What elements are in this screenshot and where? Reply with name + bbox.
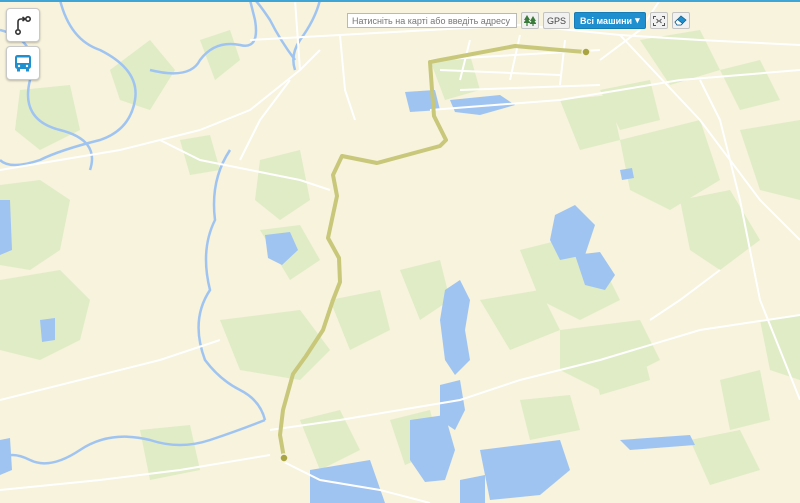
eraser-icon: [674, 15, 687, 26]
trees-button[interactable]: [521, 12, 539, 29]
gps-button[interactable]: GPS: [543, 12, 571, 29]
bus-icon: [15, 55, 31, 72]
map-layer: [0, 0, 800, 503]
fit-bounds-button[interactable]: [649, 12, 668, 29]
map-canvas[interactable]: [0, 0, 800, 503]
route-start-marker[interactable]: [581, 47, 591, 57]
top-accent-bar: [0, 0, 800, 2]
route-icon: [14, 15, 32, 36]
map-toolbar: GPS Всі машини ▾: [347, 12, 690, 29]
fit-bounds-icon: [652, 15, 665, 26]
vehicles-dropdown[interactable]: Всі машини ▾: [574, 12, 646, 29]
route-end-marker[interactable]: [279, 453, 289, 463]
vehicles-button[interactable]: [6, 46, 40, 80]
vehicles-dropdown-label: Всі машини: [580, 15, 633, 26]
route-button[interactable]: [6, 8, 40, 42]
eraser-button[interactable]: [671, 12, 690, 29]
chevron-down-icon: ▾: [635, 15, 640, 25]
trees-icon: [524, 15, 536, 26]
address-search-input[interactable]: [347, 13, 517, 28]
